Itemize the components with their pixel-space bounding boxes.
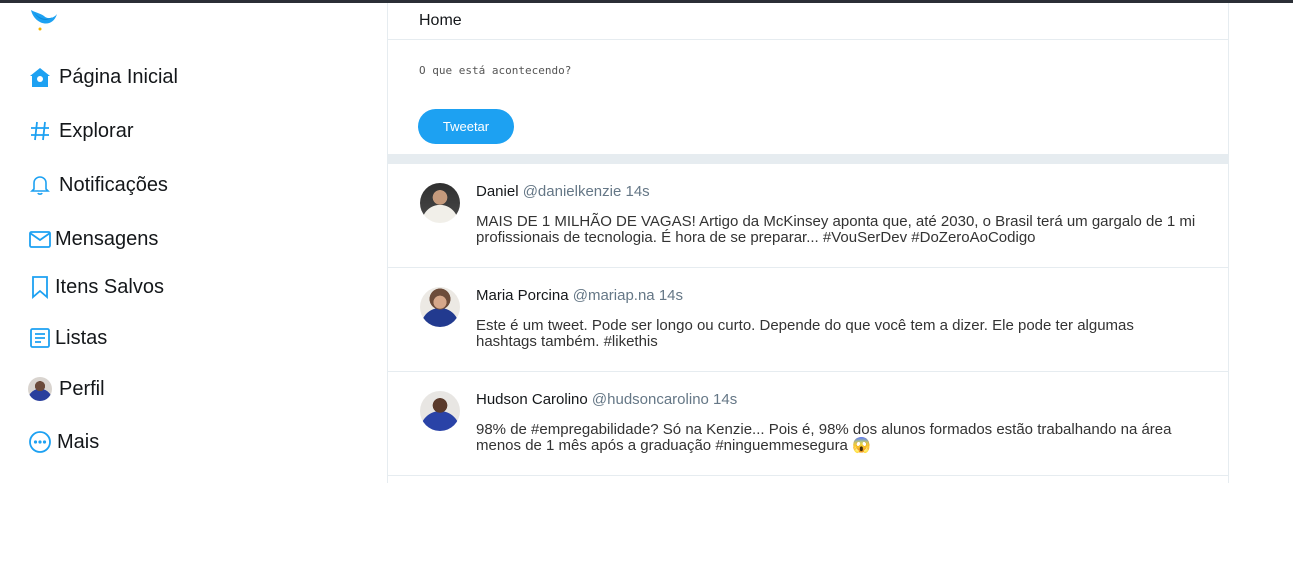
tweet-meta: Daniel @danielkenzie 14s — [476, 183, 650, 200]
tweet-author-handle[interactable]: @hudsoncarolino — [592, 391, 709, 408]
tweet-text: 98% de #empregabilidade? Só na Kenzie...… — [476, 421, 1172, 454]
bird-logo-icon[interactable] — [28, 4, 60, 32]
divider — [388, 154, 1228, 164]
sidebar-item-label: Perfil — [59, 377, 105, 400]
tweet-timestamp: 14s — [658, 287, 684, 304]
compose-box: Tweetar — [388, 40, 1228, 154]
tweet-author-name[interactable]: Hudson Carolino — [476, 391, 588, 408]
tweet-button[interactable]: Tweetar — [418, 109, 514, 144]
tweet-meta: Maria Porcina @mariap.na 14s — [476, 287, 683, 304]
bookmark-icon — [27, 274, 53, 300]
tweet-item[interactable]: Hudson Carolino @hudsoncarolino 14s 98% … — [388, 372, 1228, 476]
more-icon — [27, 429, 53, 455]
list-icon — [27, 325, 53, 351]
sidebar-item-label: Listas — [55, 326, 108, 349]
tweet-timestamp: 14s — [713, 391, 738, 408]
sidebar-item-label: Mensagens — [55, 227, 159, 250]
tweet-author-name[interactable]: Maria Porcina — [476, 287, 569, 304]
page-title: Home — [419, 12, 462, 29]
tweet-timestamp: 14s — [625, 183, 650, 200]
tweet-text: MAIS DE 1 MILHÃO DE VAGAS! Artigo da McK… — [476, 213, 1196, 246]
tweet-item[interactable]: Daniel @danielkenzie 14s MAIS DE 1 MILHÃ… — [388, 164, 1228, 268]
home-icon — [27, 64, 53, 90]
tweet-text: Este é um tweet. Pode ser longo ou curto… — [476, 317, 1134, 350]
sidebar-item-label: Itens Salvos — [55, 275, 164, 298]
compose-input[interactable] — [419, 50, 1179, 90]
sidebar-item-pagina-inicial[interactable]: Página Inicial — [27, 63, 178, 91]
sidebar-item-label: Mais — [57, 430, 100, 453]
sidebar-item-label: Página Inicial — [59, 65, 178, 88]
avatar[interactable] — [420, 391, 460, 431]
sidebar-item-mensagens[interactable]: Mensagens — [27, 225, 158, 253]
sidebar-item-label: Notificações — [59, 173, 168, 196]
tweet-author-handle[interactable]: @danielkenzie — [523, 183, 622, 200]
tweet-author-name[interactable]: Daniel — [476, 183, 519, 200]
sidebar-item-notificacoes[interactable]: Notificações — [27, 171, 168, 199]
avatar — [27, 376, 53, 402]
sidebar-item-mais[interactable]: Mais — [27, 428, 99, 456]
tweet-item[interactable]: Maria Porcina @mariap.na 14s Este é um t… — [388, 268, 1228, 372]
mail-icon — [27, 226, 53, 252]
hashtag-icon — [27, 118, 53, 144]
sidebar-item-explorar[interactable]: Explorar — [27, 117, 133, 145]
bell-icon — [27, 172, 53, 198]
avatar[interactable] — [420, 183, 460, 223]
sidebar-item-perfil[interactable]: Perfil — [27, 375, 105, 403]
sidebar-item-itens-salvos[interactable]: Itens Salvos — [27, 273, 164, 301]
timeline: Home Tweetar Daniel @danielkenzie 14s MA… — [387, 3, 1229, 483]
sidebar-item-listas[interactable]: Listas — [27, 324, 107, 352]
tweet-meta: Hudson Carolino @hudsoncarolino 14s — [476, 391, 737, 408]
avatar[interactable] — [420, 287, 460, 327]
tweet-author-handle[interactable]: @mariap.na — [573, 287, 655, 304]
page-header: Home — [388, 3, 1228, 40]
sidebar-item-label: Explorar — [59, 119, 134, 142]
